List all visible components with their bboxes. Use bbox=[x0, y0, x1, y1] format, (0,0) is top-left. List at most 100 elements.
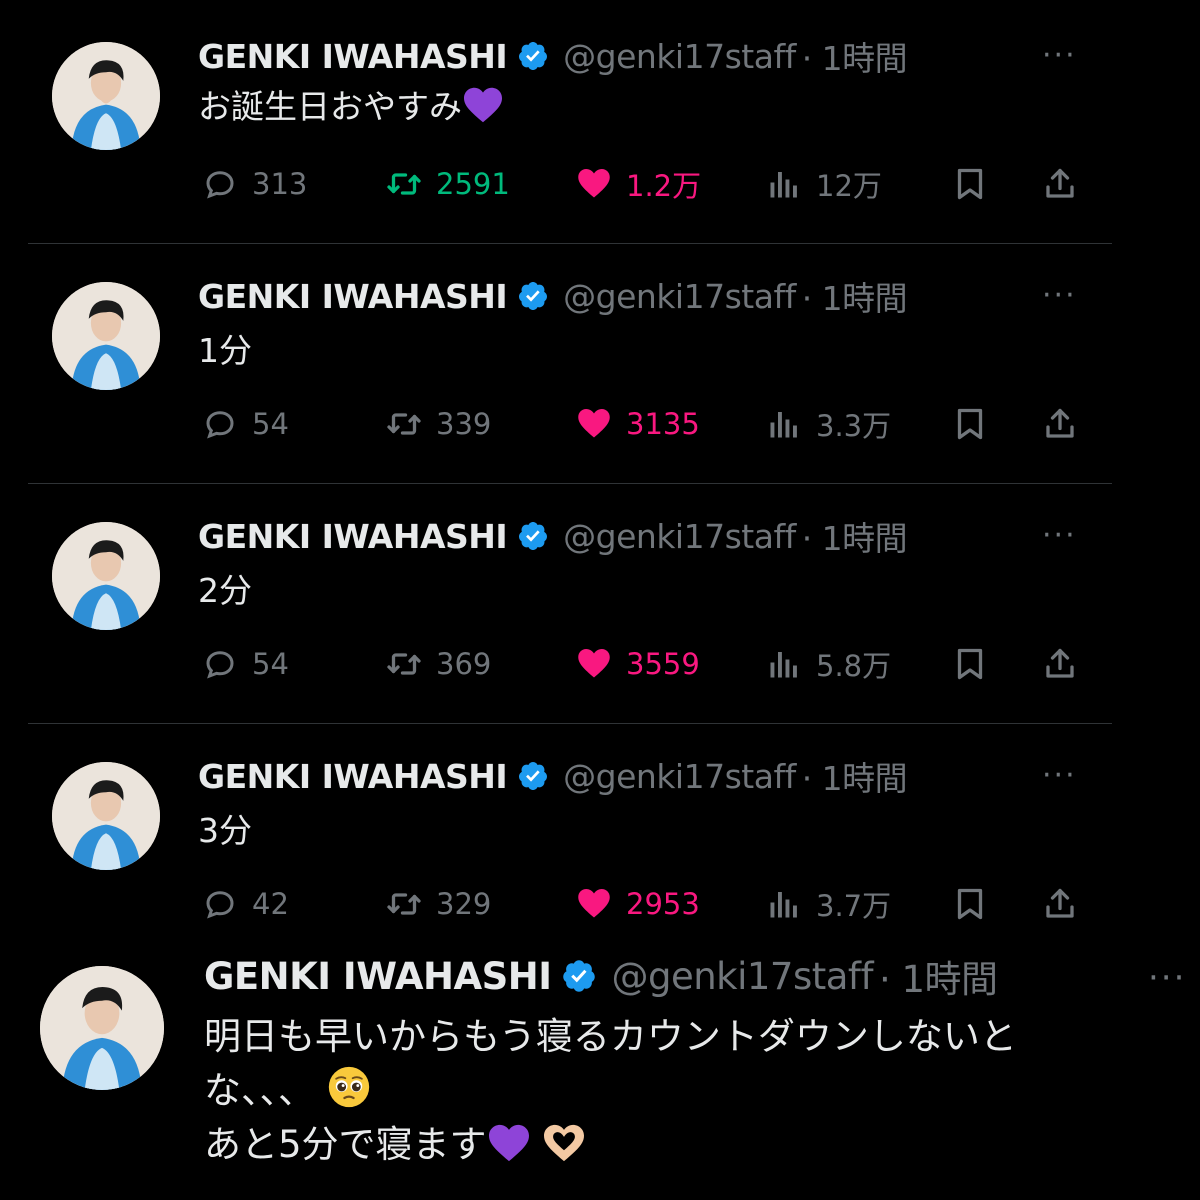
avatar[interactable] bbox=[52, 282, 160, 390]
bookmark-button[interactable] bbox=[952, 402, 1002, 446]
handle[interactable]: @genki17staff bbox=[563, 757, 796, 796]
verified-badge-icon bbox=[519, 522, 548, 550]
display-name[interactable]: GENKI IWAHASHI bbox=[198, 37, 508, 76]
like-button[interactable]: 1.2万 bbox=[576, 162, 701, 206]
more-options-icon[interactable]: ··· bbox=[1042, 278, 1077, 313]
like-count: 2953 bbox=[626, 887, 700, 921]
heart-icon bbox=[578, 889, 610, 918]
views-icon bbox=[770, 892, 797, 918]
avatar[interactable] bbox=[52, 522, 160, 630]
like-count: 3559 bbox=[626, 647, 700, 681]
like-button[interactable]: 3135 bbox=[576, 402, 700, 446]
share-button[interactable] bbox=[1042, 642, 1092, 686]
verified-badge-icon bbox=[563, 960, 596, 992]
handle[interactable]: @genki17staff bbox=[563, 517, 796, 556]
like-count: 1.2万 bbox=[626, 169, 702, 203]
reply-button[interactable]: 313 bbox=[202, 162, 307, 206]
timestamp[interactable]: · 1時間 bbox=[802, 512, 908, 560]
avatar-image bbox=[40, 966, 164, 1090]
tweet-text: 3分 bbox=[198, 811, 252, 850]
purple-heart-emoji bbox=[488, 1124, 529, 1162]
retweet-button[interactable]: 369 bbox=[386, 642, 491, 686]
views-button[interactable]: 12万 bbox=[766, 162, 882, 206]
avatar-image bbox=[52, 282, 160, 390]
view-count: 3.7万 bbox=[816, 889, 892, 923]
bookmark-button[interactable] bbox=[952, 642, 1002, 686]
heart-icon bbox=[578, 409, 610, 438]
reply-button[interactable]: 54 bbox=[202, 402, 289, 446]
retweet-icon bbox=[387, 653, 421, 675]
tweet-text: お誕生日おやすみ bbox=[198, 86, 504, 129]
display-name[interactable]: GENKI IWAHASHI bbox=[198, 757, 508, 796]
share-icon bbox=[1046, 408, 1074, 438]
bookmark-button[interactable] bbox=[952, 162, 1002, 206]
reply-icon bbox=[206, 651, 234, 679]
retweet-button[interactable]: 329 bbox=[386, 882, 491, 926]
more-options-icon[interactable]: ··· bbox=[1042, 38, 1077, 73]
views-button[interactable]: 3.7万 bbox=[766, 882, 891, 926]
timestamp[interactable]: · 1時間 bbox=[802, 752, 908, 800]
bookmark-icon bbox=[957, 648, 983, 680]
reply-count: 42 bbox=[252, 887, 289, 921]
tweet-actions: 54 369 3559 5.8万 bbox=[198, 642, 1098, 686]
timestamp[interactable]: · 1時間 bbox=[802, 32, 908, 80]
retweet-icon bbox=[387, 413, 421, 435]
reply-button[interactable]: 54 bbox=[202, 642, 289, 686]
avatar[interactable] bbox=[52, 42, 160, 150]
retweet-icon bbox=[387, 893, 421, 915]
reply-count: 54 bbox=[252, 407, 289, 441]
retweet-icon bbox=[387, 173, 421, 195]
handle[interactable]: @genki17staff bbox=[563, 277, 796, 316]
share-icon bbox=[1046, 168, 1074, 198]
views-icon bbox=[770, 412, 797, 438]
avatar[interactable] bbox=[40, 966, 164, 1090]
like-button[interactable]: 3559 bbox=[576, 642, 700, 686]
share-button[interactable] bbox=[1042, 882, 1092, 926]
like-button[interactable]: 2953 bbox=[576, 882, 700, 926]
view-count: 5.8万 bbox=[816, 649, 892, 683]
tweet-text: 1分 bbox=[198, 331, 252, 370]
handle[interactable]: @genki17staff bbox=[611, 955, 873, 998]
tweet-text-line: あと5分で寝ます bbox=[204, 1118, 1017, 1172]
views-icon bbox=[770, 652, 797, 678]
views-button[interactable]: 3.3万 bbox=[766, 402, 891, 446]
retweet-count: 329 bbox=[436, 887, 492, 921]
display-name[interactable]: GENKI IWAHASHI bbox=[198, 517, 508, 556]
handle[interactable]: @genki17staff bbox=[563, 37, 796, 76]
avatar[interactable] bbox=[52, 762, 160, 870]
reply-icon bbox=[206, 891, 234, 919]
tweet-actions: 42 329 2953 3.7万 bbox=[198, 882, 1098, 926]
retweet-count: 369 bbox=[436, 647, 492, 681]
view-count: 12万 bbox=[816, 169, 882, 203]
heart-hands-emoji bbox=[544, 1124, 585, 1162]
share-icon bbox=[1046, 648, 1074, 678]
tweet-text-line: 明日も早いからもう寝るカウントダウンしないと bbox=[204, 1015, 1017, 1058]
retweet-count: 339 bbox=[436, 407, 492, 441]
tweet-text: 2分 bbox=[198, 571, 252, 610]
retweet-count: 2591 bbox=[436, 167, 510, 201]
more-options-icon[interactable]: ··· bbox=[1042, 518, 1077, 553]
retweet-button[interactable]: 339 bbox=[386, 402, 491, 446]
views-icon bbox=[770, 172, 797, 198]
tweet-text: 明日も早いからもう寝るカウントダウンしないと な、、、 あと5分で寝ます bbox=[204, 1010, 1017, 1172]
view-count: 3.3万 bbox=[816, 409, 892, 443]
bookmark-button[interactable] bbox=[952, 882, 1002, 926]
tweet-actions: 313 2591 1.2万 12万 bbox=[198, 162, 1098, 206]
timestamp[interactable]: · 1時間 bbox=[879, 949, 998, 1003]
views-button[interactable]: 5.8万 bbox=[766, 642, 891, 686]
reply-button[interactable]: 42 bbox=[202, 882, 289, 926]
verified-badge-icon bbox=[519, 282, 548, 310]
display-name[interactable]: GENKI IWAHASHI bbox=[204, 955, 552, 998]
more-options-icon[interactable]: ··· bbox=[1148, 958, 1186, 998]
share-button[interactable] bbox=[1042, 402, 1092, 446]
tweet-text-line: な、、、 bbox=[204, 1064, 1017, 1118]
share-icon bbox=[1046, 888, 1074, 918]
avatar-image bbox=[52, 522, 160, 630]
share-button[interactable] bbox=[1042, 162, 1092, 206]
retweet-button[interactable]: 2591 bbox=[386, 162, 510, 206]
display-name[interactable]: GENKI IWAHASHI bbox=[198, 277, 508, 316]
more-options-icon[interactable]: ··· bbox=[1042, 758, 1077, 793]
verified-badge-icon bbox=[519, 762, 548, 790]
divider bbox=[28, 483, 1112, 484]
timestamp[interactable]: · 1時間 bbox=[802, 272, 908, 320]
